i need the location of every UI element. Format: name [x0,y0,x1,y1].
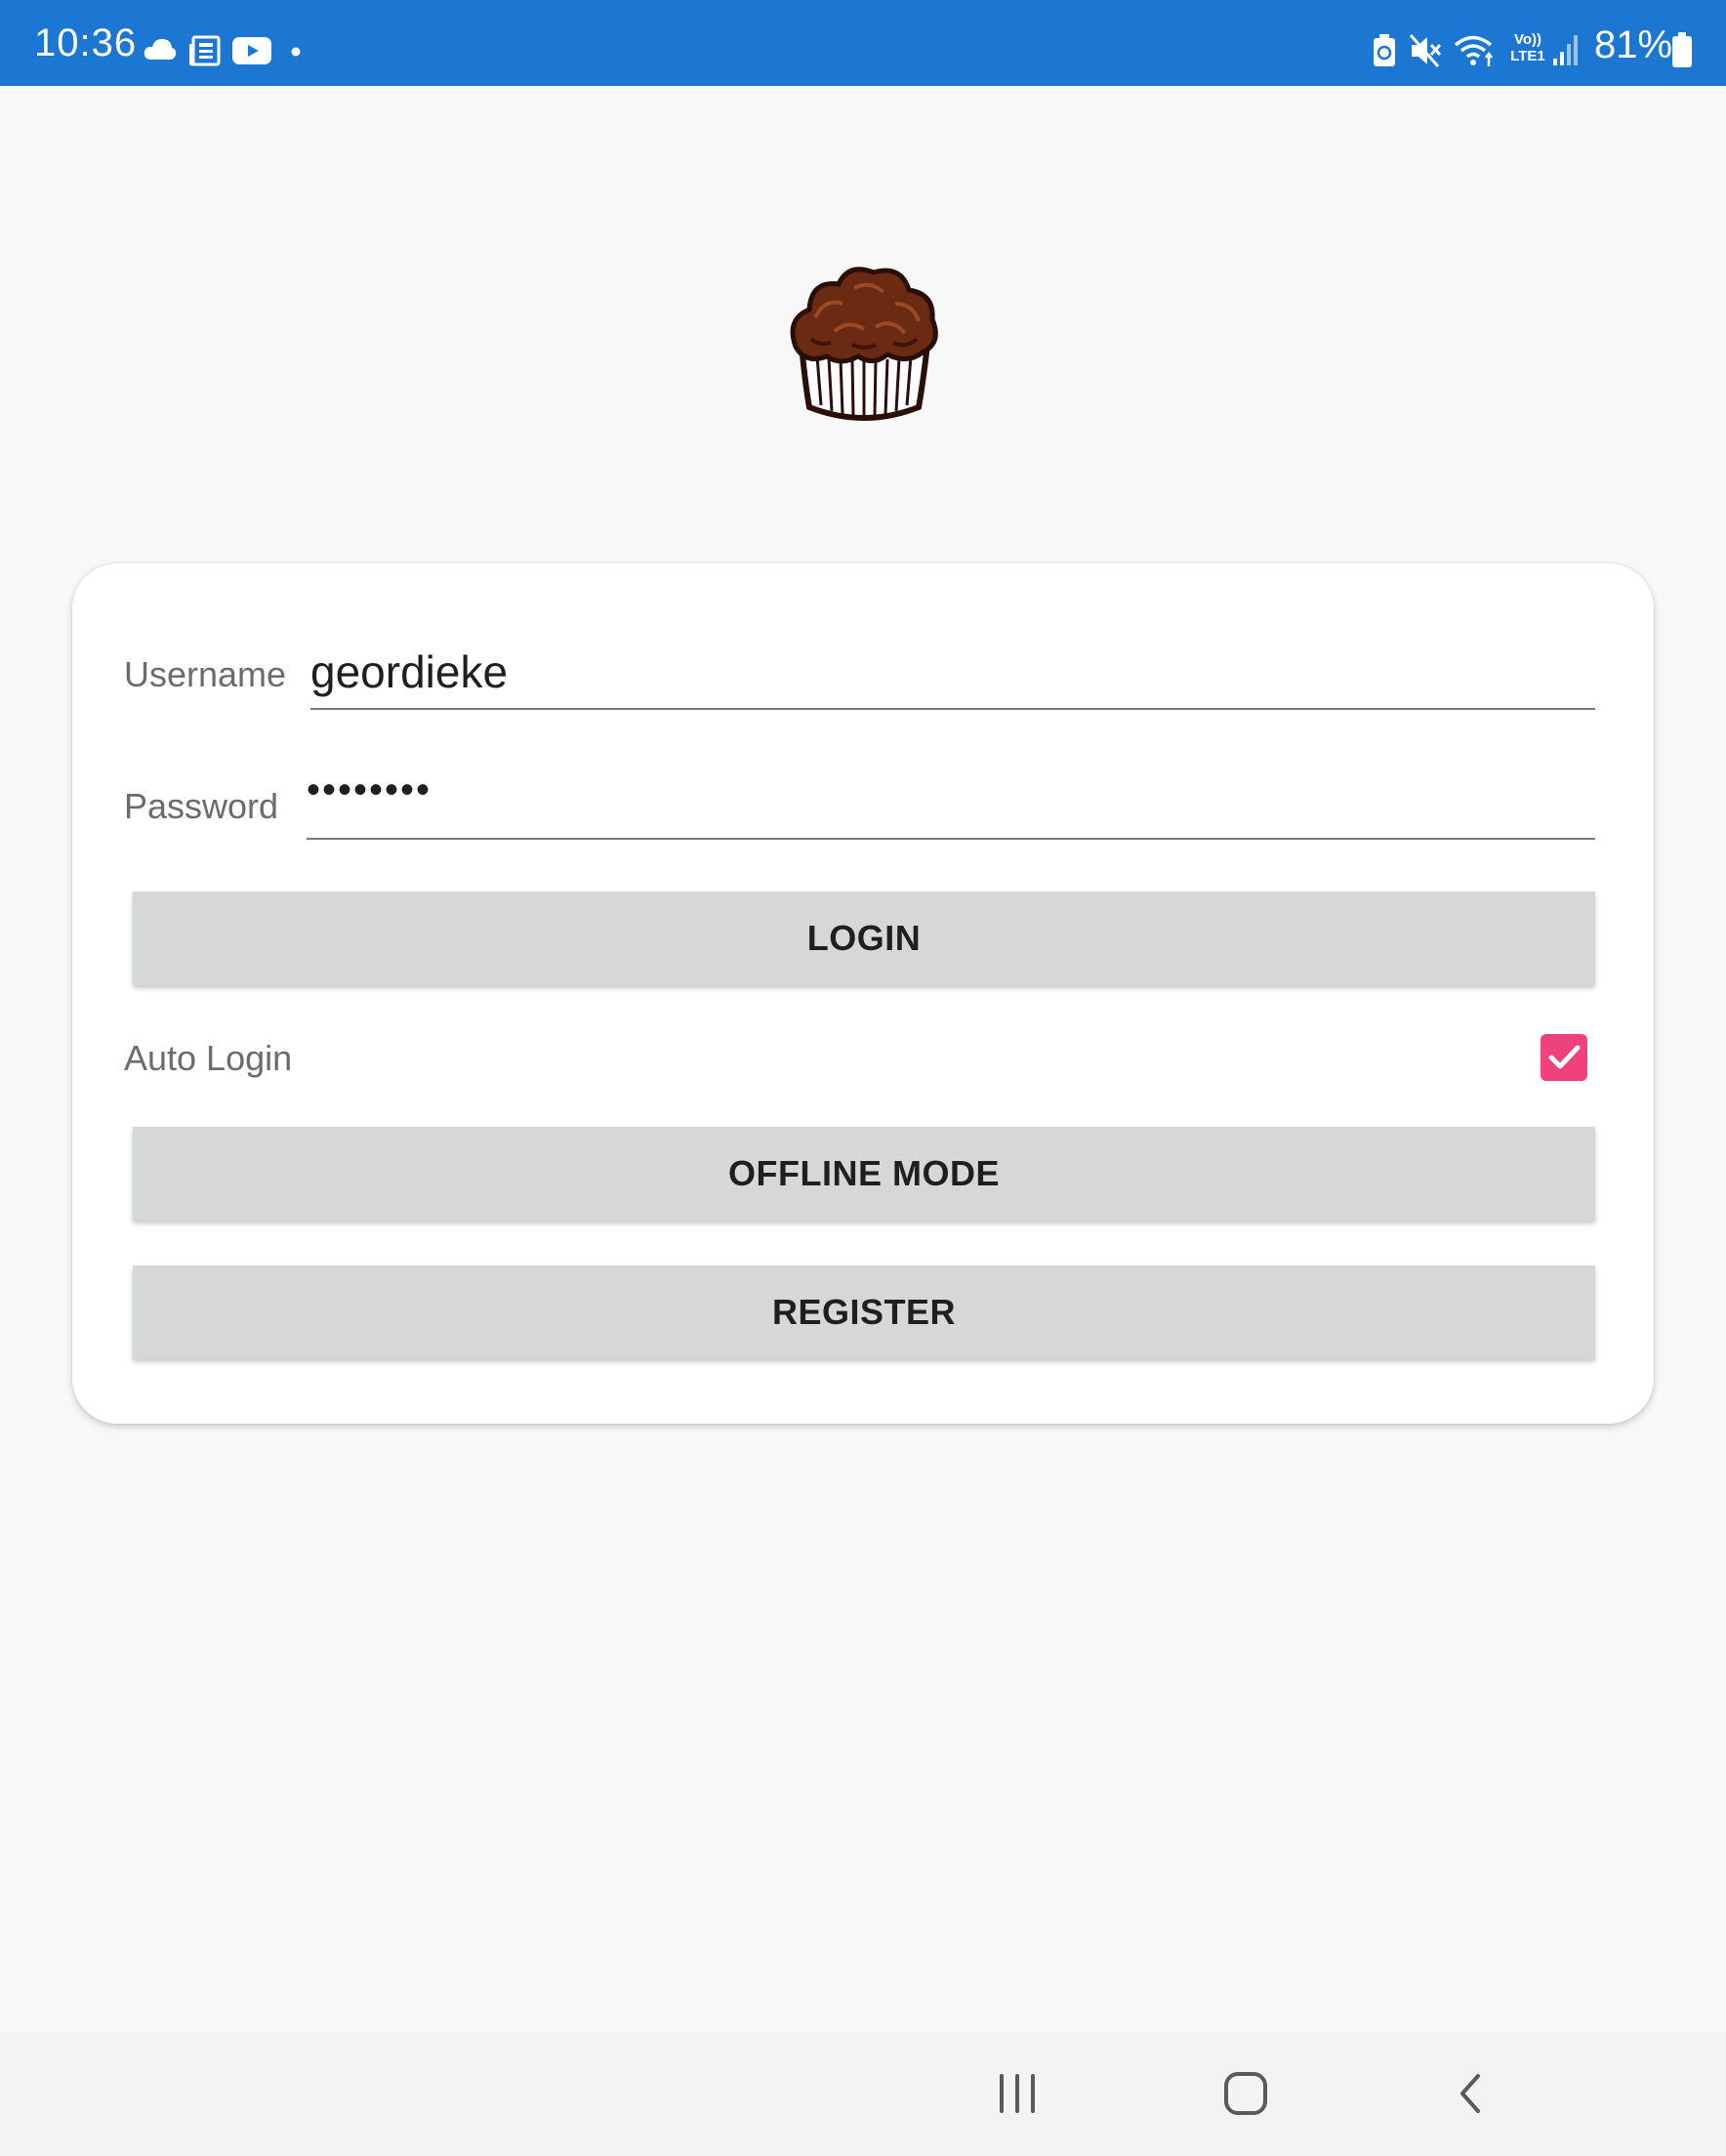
username-underline [310,708,1595,710]
status-time: 10:36 [34,21,138,64]
muffin-logo-icon [790,267,938,421]
login-card: Username geordieke Password •••••••• LOG… [72,563,1654,1424]
home-icon[interactable] [1222,2070,1269,2117]
battery-percent: 81% [1594,23,1673,66]
auto-login-label: Auto Login [124,1038,293,1078]
check-icon [1548,1045,1581,1069]
back-icon[interactable] [1453,2072,1492,2115]
auto-login-checkbox[interactable] [1541,1034,1587,1081]
battery-saver-icon [1374,34,1395,66]
navigation-bar [0,2033,1726,2156]
signal-icon [1553,35,1578,65]
username-label: Username [124,654,287,694]
dot-icon [291,47,301,57]
youtube-icon [232,37,271,64]
cloud-icon [144,39,177,60]
status-bar: 10:36 Vo)) LTE1 81% [0,0,1726,86]
password-underline [307,838,1595,840]
mute-icon [1409,34,1442,67]
battery-icon [1672,32,1692,67]
register-button[interactable]: REGISTER [133,1265,1595,1359]
volte-icon: Vo)) LTE1 [1510,31,1545,64]
password-input[interactable]: •••••••• [307,768,432,812]
news-icon [189,35,221,66]
username-input[interactable]: geordieke [310,645,508,698]
recent-apps-icon[interactable] [994,2072,1041,2115]
wifi-icon [1454,35,1493,66]
password-label: Password [124,786,279,826]
login-button[interactable]: LOGIN [133,891,1595,985]
offline-mode-button[interactable]: OFFLINE MODE [133,1127,1595,1221]
